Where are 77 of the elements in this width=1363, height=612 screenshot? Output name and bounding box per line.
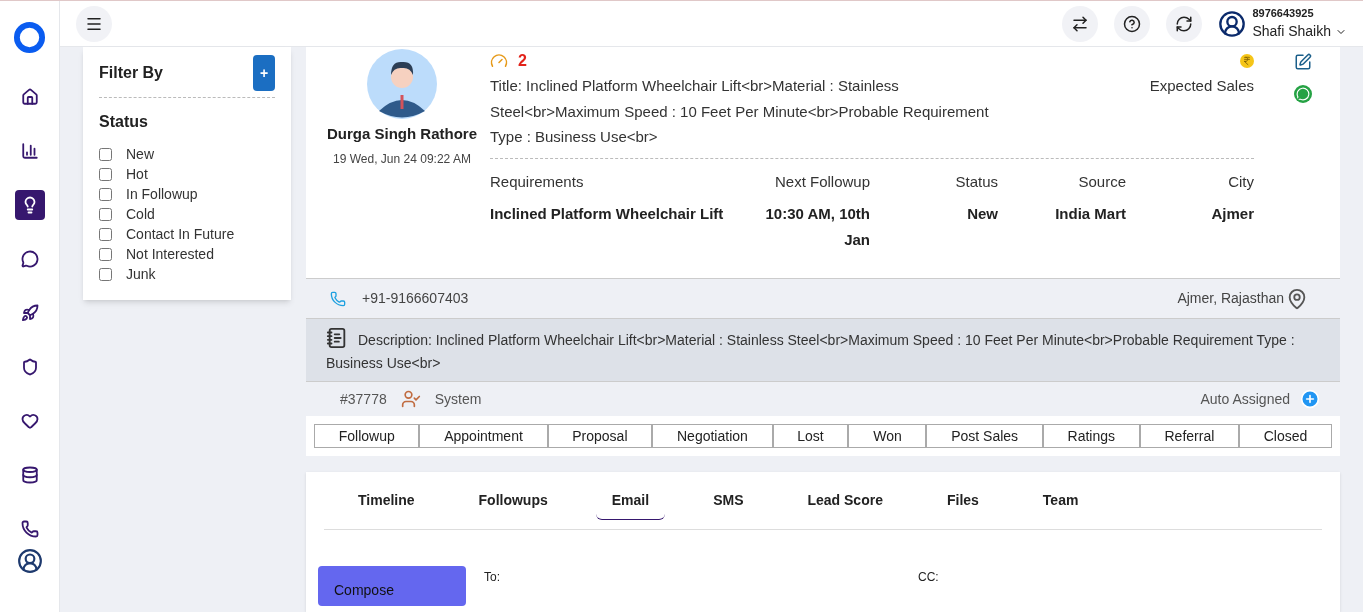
status-option: Cold <box>126 203 155 225</box>
status-heading: Status <box>99 112 148 132</box>
lead-score: 2 <box>518 51 527 71</box>
field-label: Next Followup <box>774 171 870 192</box>
stage-step[interactable]: Appointment <box>419 424 548 448</box>
field-value: 10:30 AM, 10th Jan <box>764 204 870 250</box>
field-label: Requirements <box>490 171 584 192</box>
avatar-icon[interactable] <box>16 548 43 574</box>
status-checkbox[interactable] <box>99 187 112 201</box>
to-label: To: <box>484 569 500 586</box>
filter-title: Filter By <box>99 63 163 83</box>
compose-button[interactable]: Compose <box>318 566 466 606</box>
location-icon <box>1286 287 1308 310</box>
lead-title: Title: Inclined Platform Wheelchair Lift<br>Material : Stainless Steel<br>Maximum Speed : 10 Feet Per Minute<br>Probable Requirement Type : Business Use<br> <box>490 76 990 147</box>
stage-step[interactable]: Followup <box>314 424 420 448</box>
status-option: Not Interested <box>126 243 214 265</box>
status-checkbox[interactable] <box>99 247 112 261</box>
bulb-icon[interactable] <box>14 190 45 220</box>
user-avatar-icon[interactable] <box>1218 9 1247 38</box>
field-value: Ajmer <box>1211 204 1254 224</box>
rupee-icon <box>1240 54 1254 68</box>
gauge-icon <box>490 52 508 70</box>
status-option: Junk <box>126 263 156 285</box>
status-option: New <box>126 143 154 165</box>
stage-step[interactable]: Referral <box>1139 424 1240 448</box>
notepad-icon <box>326 327 348 349</box>
lead-id: #37778 <box>340 389 387 409</box>
transfer-icon[interactable] <box>1062 5 1099 42</box>
tab[interactable]: Followups <box>462 481 564 520</box>
stage-step[interactable]: Lost <box>772 424 849 448</box>
field-label: Status <box>955 171 998 192</box>
status-option: Contact In Future <box>126 223 235 245</box>
help-icon[interactable] <box>1114 5 1151 42</box>
phone-icon <box>330 290 346 307</box>
field-value: India Mart <box>1055 204 1126 224</box>
lead-name: Durga Singh Rathore <box>327 124 477 144</box>
expected-sales: Expected Sales <box>1149 76 1254 96</box>
field-value: Inclined Platform Wheelchair Lift <box>490 204 724 224</box>
lead-date: 19 Wed, Jun 24 09:22 AM <box>333 150 471 168</box>
status-checkbox[interactable] <box>99 147 112 161</box>
stage-step[interactable]: Negotiation <box>652 424 773 448</box>
user-phone: 8976643925 <box>1252 5 1315 21</box>
stage-step[interactable]: Closed <box>1239 424 1333 448</box>
lead-phone: +91-9166607403 <box>362 289 469 308</box>
status-option: Hot <box>126 163 148 185</box>
stage-step[interactable]: Won <box>848 424 927 448</box>
status-checkbox[interactable] <box>99 227 112 241</box>
field-label: Source <box>1078 171 1126 192</box>
status-option: In Followup <box>126 183 198 205</box>
assignee: System <box>434 389 482 409</box>
logo-icon <box>13 21 46 54</box>
assignment-label: Auto Assigned <box>1200 389 1290 409</box>
status-checkbox[interactable] <box>99 207 112 221</box>
stage-step[interactable]: Post Sales <box>926 424 1043 448</box>
refresh-icon[interactable] <box>1166 5 1203 42</box>
menu-icon[interactable] <box>76 5 112 42</box>
edit-icon[interactable] <box>1294 53 1312 71</box>
field-value: New <box>967 204 998 224</box>
tab[interactable]: Email <box>595 481 666 520</box>
status-checkbox[interactable] <box>99 167 112 181</box>
lead-location: Ajmer, Rajasthan <box>1177 289 1284 308</box>
field-label: City <box>1228 171 1254 192</box>
person-avatar-drawing <box>367 49 437 119</box>
tab[interactable]: Timeline <box>342 481 431 520</box>
tab[interactable]: Lead Score <box>791 481 899 520</box>
add-filter-button[interactable]: + <box>253 55 275 91</box>
cc-label: CC: <box>918 569 939 586</box>
tab[interactable]: Files <box>930 481 995 520</box>
description: Description: Inclined Platform Wheelchair Lift<br>Material : Stainless Steel<br>Maximum Speed : 10 Feet Per Minute<br>Probable Requirement Type : Business Use<br> <box>326 327 1320 375</box>
user-menu[interactable]: Shafi Shaikh <box>1252 21 1347 43</box>
stage-step[interactable]: Proposal <box>547 424 653 448</box>
assignee-icon <box>400 389 421 409</box>
tab[interactable]: SMS <box>697 481 760 520</box>
add-icon[interactable] <box>1300 389 1320 409</box>
status-checkbox[interactable] <box>99 267 112 281</box>
stage-step[interactable]: Ratings <box>1042 424 1140 448</box>
tab[interactable]: Team <box>1026 481 1095 520</box>
